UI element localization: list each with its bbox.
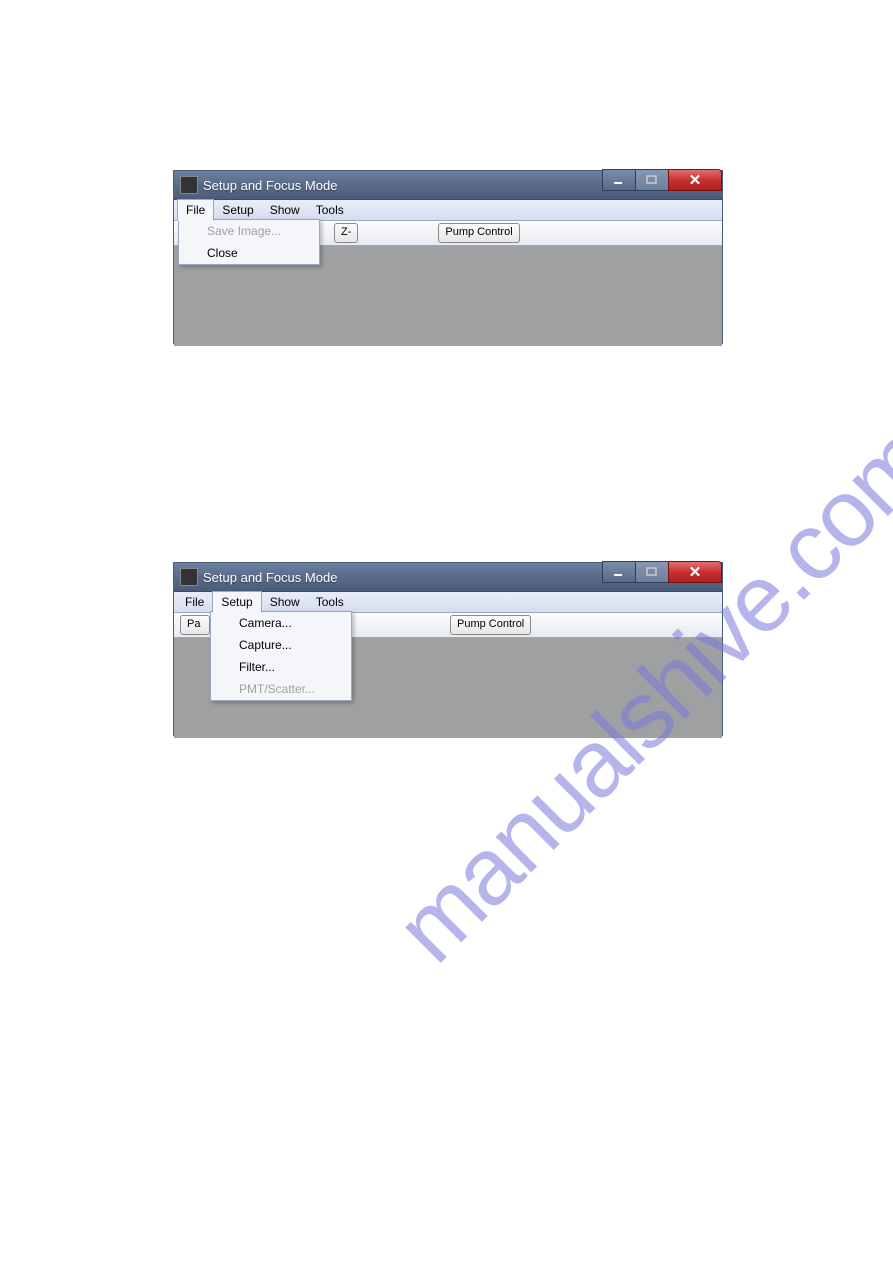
menubar: File Setup Show Tools <box>174 592 722 613</box>
window-controls: ✕ <box>603 169 722 191</box>
app-icon <box>180 176 198 194</box>
menu-setup[interactable]: Setup <box>214 200 261 220</box>
partial-button[interactable]: Pa <box>180 615 210 635</box>
window-file-menu: Setup and Focus Mode ✕ File Setup Show T… <box>173 170 723 344</box>
menu-file[interactable]: File <box>177 592 212 612</box>
minimize-button[interactable] <box>602 561 636 583</box>
setup-dropdown: Camera... Capture... Filter... PMT/Scatt… <box>210 611 352 701</box>
menu-save-image[interactable]: Save Image... <box>179 220 319 242</box>
window-title: Setup and Focus Mode <box>203 570 337 585</box>
menu-filter[interactable]: Filter... <box>211 656 351 678</box>
menu-show[interactable]: Show <box>262 592 308 612</box>
titlebar[interactable]: Setup and Focus Mode ✕ <box>174 171 722 200</box>
close-icon: ✕ <box>689 563 702 581</box>
z-minus-button[interactable]: Z- <box>334 223 358 243</box>
close-button[interactable]: ✕ <box>668 561 722 583</box>
menu-pmt-scatter[interactable]: PMT/Scatter... <box>211 678 351 700</box>
window-controls: ✕ <box>603 561 722 583</box>
window-setup-menu: Setup and Focus Mode ✕ File Setup Show T… <box>173 562 723 736</box>
menu-camera[interactable]: Camera... <box>211 612 351 634</box>
pump-control-button[interactable]: Pump Control <box>450 615 531 635</box>
maximize-button[interactable] <box>635 561 669 583</box>
menubar: File Setup Show Tools <box>174 200 722 221</box>
maximize-button[interactable] <box>635 169 669 191</box>
menu-tools[interactable]: Tools <box>308 592 352 612</box>
close-button[interactable]: ✕ <box>668 169 722 191</box>
menu-file[interactable]: File <box>177 199 214 221</box>
menu-close[interactable]: Close <box>179 242 319 264</box>
menu-tools[interactable]: Tools <box>308 200 352 220</box>
window-title: Setup and Focus Mode <box>203 178 337 193</box>
close-icon: ✕ <box>689 171 702 189</box>
file-dropdown: Save Image... Close <box>178 219 320 265</box>
minimize-button[interactable] <box>602 169 636 191</box>
menu-setup[interactable]: Setup <box>212 591 261 613</box>
titlebar[interactable]: Setup and Focus Mode ✕ <box>174 563 722 592</box>
menu-show[interactable]: Show <box>262 200 308 220</box>
app-icon <box>180 568 198 586</box>
pump-control-button[interactable]: Pump Control <box>438 223 519 243</box>
menu-capture[interactable]: Capture... <box>211 634 351 656</box>
